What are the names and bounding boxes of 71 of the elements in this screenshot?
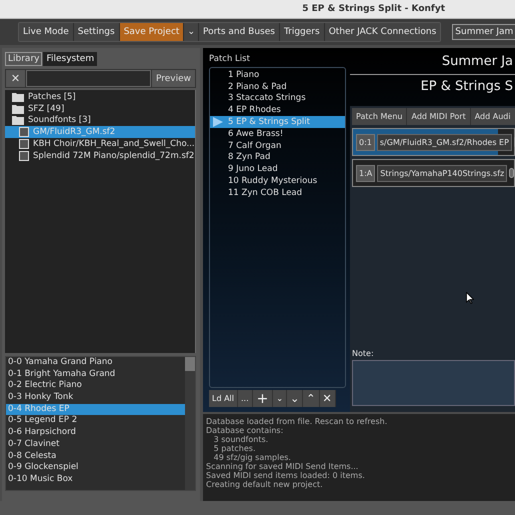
log-line: 5 patches. [212, 444, 256, 453]
log-line: Scanning for saved MIDI Send Items... [206, 462, 360, 471]
preset-item[interactable]: 0-3 Honky Tonk [8, 392, 185, 404]
patch-item[interactable]: 11 Zyn COB Lead [210, 186, 345, 199]
window-title: 5 EP & Strings Split - Konfyt [302, 4, 445, 14]
patch-list-button[interactable]: ⌄ [273, 390, 288, 407]
log-line: 3 soundfonts. [212, 435, 270, 444]
preset-item[interactable]: 0-0 Yamaha Grand Piano [8, 357, 185, 369]
project-title: Summer Ja [440, 54, 513, 71]
patch-item[interactable]: 1 Piano [210, 69, 345, 81]
preset-item[interactable]: 0-5 Legend EP 2 [8, 415, 185, 428]
mouse-cursor-icon [466, 292, 474, 304]
scrollbar-thumb[interactable] [185, 357, 195, 371]
scrollbar[interactable] [194, 90, 196, 353]
note-field[interactable] [352, 360, 515, 406]
log-line: Saved MIDI send items loaded: 0 items. [206, 471, 366, 480]
patch-list-button[interactable]: ⌄ [287, 390, 304, 407]
file-icon [19, 127, 29, 138]
patch-list-button[interactable]: ⌃ [303, 390, 320, 407]
patch-title: EP & Strings S [420, 79, 513, 96]
patch-button[interactable]: Add Audi [470, 108, 515, 125]
play-icon [213, 117, 223, 128]
folder-icon [12, 92, 24, 102]
file-icon [19, 150, 29, 161]
tree-item[interactable]: Soundfonts [3] [5, 114, 195, 126]
patch-button[interactable]: Patch Menu [352, 108, 408, 125]
project-button[interactable]: Summer Jam [452, 24, 515, 40]
patch-list-button[interactable]: + [252, 390, 274, 407]
tree-item[interactable]: Splendid 72M Piano/splendid_72m.sf2 [5, 150, 195, 162]
tree-item[interactable]: KBH Choir/KBH_Real_and_Swell_Cho... [5, 138, 195, 150]
toggle-switch[interactable] [509, 168, 514, 178]
patch-list-button[interactable]: Ld All [209, 390, 238, 407]
port-button[interactable]: 0:1 [356, 134, 375, 150]
preset-item[interactable]: 0-7 Clavinet [8, 438, 185, 450]
search-field[interactable] [26, 70, 151, 87]
library-tab[interactable]: Library [5, 52, 42, 66]
log-line: 49 sfz/gig samples. [212, 453, 292, 462]
port-button[interactable]: 1:A [356, 164, 376, 182]
patch-item[interactable]: 6 Awe Brass! [210, 128, 345, 140]
layer-path: s/GM/FluidR3_GM.sf2/Rhodes EP [376, 134, 512, 150]
layer-path: Strings/YamahaP140Strings.sfz [377, 164, 508, 182]
patch-item[interactable]: 7 Calf Organ [210, 140, 345, 152]
preset-item[interactable]: 0-9 Glockenspiel [8, 462, 185, 474]
preset-item[interactable]: 0-10 Music Box [8, 474, 185, 486]
patch-list-label: Patch List [209, 54, 251, 66]
toolbar-button[interactable]: Live Mode [19, 23, 74, 41]
preset-item[interactable]: 0-2 Electric Piano [8, 380, 185, 392]
preset-item[interactable]: 0-8 Celesta [8, 450, 185, 462]
patch-list-button[interactable]: ... [238, 390, 253, 407]
note-label: Note: [352, 349, 375, 358]
log-line: Database contains: [206, 426, 284, 435]
folder-icon [12, 104, 24, 114]
toolbar-button[interactable]: Save Project [120, 23, 184, 41]
tree-item[interactable]: SFZ [49] [5, 102, 195, 115]
preset-item[interactable]: 0-6 Harpsichord [8, 427, 185, 439]
file-icon [19, 139, 29, 150]
patch-list-button[interactable]: ✕ [320, 390, 336, 407]
patch-item[interactable]: 10 Ruddy Mysterious [210, 175, 345, 187]
patch-item[interactable]: 3 Staccato Strings [210, 92, 345, 104]
patch-item[interactable]: 4 EP Rhodes [210, 104, 345, 116]
layer-row[interactable]: 1:A Strings/YamahaP140Strings.sfz [352, 159, 515, 187]
patch-button[interactable]: Add MIDI Port [407, 108, 471, 125]
log-line: Creating default new project. [206, 480, 324, 489]
patch-item[interactable]: 8 Zyn Pad [210, 152, 345, 164]
library-tab[interactable]: Filesystem [43, 52, 98, 66]
patch-item[interactable]: 2 Piano & Pad [210, 80, 345, 93]
preset-item[interactable]: 0-1 Bright Yamaha Grand [8, 368, 185, 380]
patch-item[interactable]: 9 Juno Lead [210, 163, 345, 176]
tree-item[interactable]: Patches [5] [5, 91, 195, 103]
layer-row[interactable]: 0:1 s/GM/FluidR3_GM.sf2/Rhodes EP [352, 128, 515, 156]
log-line: Database loaded from file. Rescan to refresh. [206, 417, 388, 426]
